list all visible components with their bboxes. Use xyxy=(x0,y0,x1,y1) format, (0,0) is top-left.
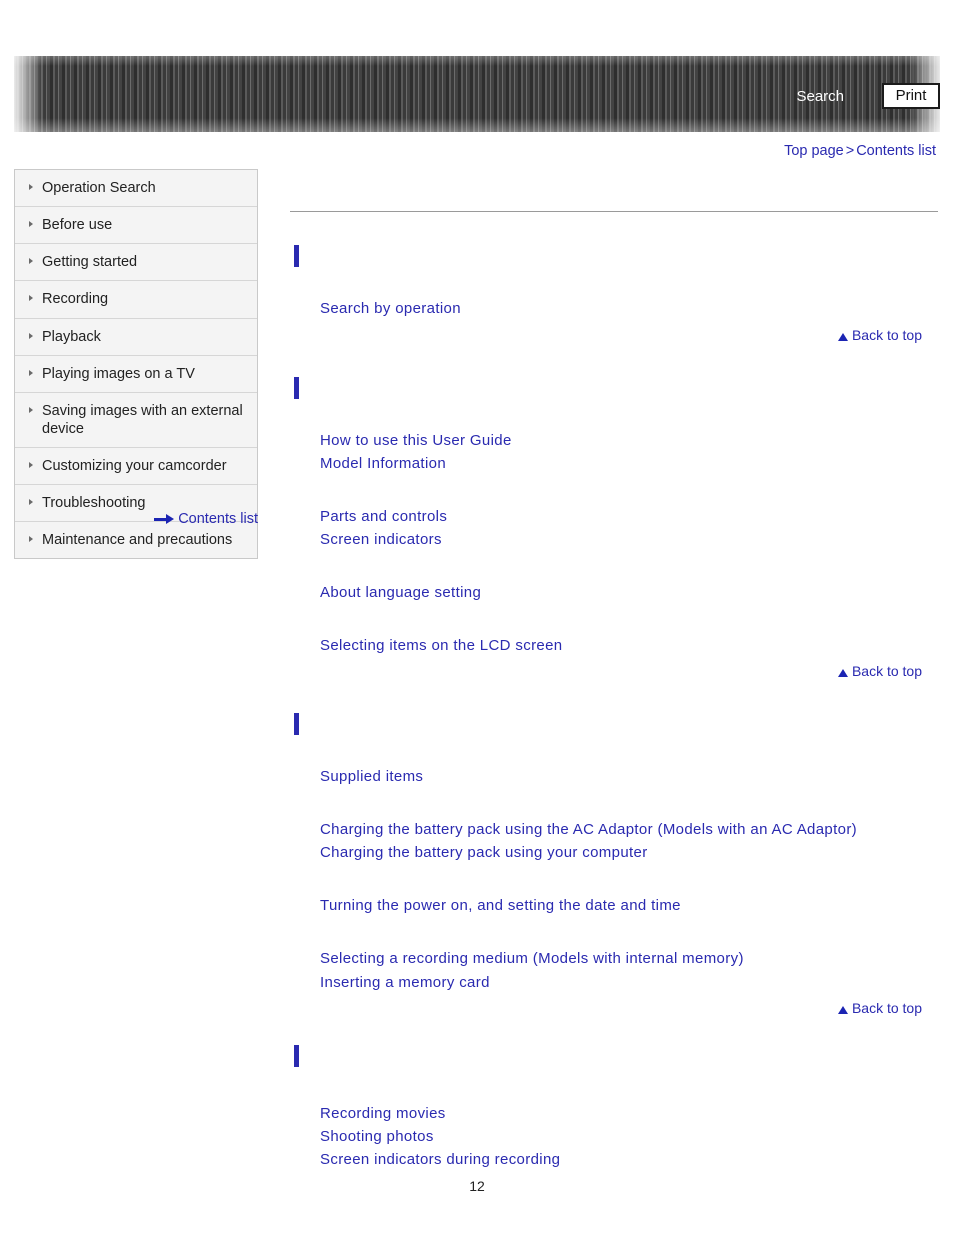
triangle-right-icon xyxy=(29,295,33,302)
breadcrumb: Top page > Contents list xyxy=(784,143,936,159)
sidebar-item-label: Operation Search xyxy=(42,180,156,196)
triangle-up-icon xyxy=(837,669,848,677)
sidebar: Operation Search Before use Getting star… xyxy=(14,169,258,560)
page-number: 12 xyxy=(469,1178,485,1194)
content-link-selecting-recording-medium[interactable]: Selecting a recording medium (Models wit… xyxy=(320,950,744,967)
search-label[interactable]: Search xyxy=(796,88,844,105)
back-to-top-label: Back to top xyxy=(851,327,922,343)
sidebar-item-label: Before use xyxy=(42,217,113,234)
sidebar-item-playback[interactable]: Playback xyxy=(15,319,257,356)
breadcrumb-contents-list[interactable]: Contents list xyxy=(856,143,936,159)
content-link-parts-and-controls[interactable]: Parts and controls xyxy=(320,508,447,525)
sidebar-item-label: Playing images on a TV xyxy=(42,365,195,382)
sidebar-item-saving-images-external-device[interactable]: Saving images with an external device xyxy=(15,393,257,448)
triangle-right-icon xyxy=(29,462,33,468)
sidebar-item-label: Troubleshooting xyxy=(42,495,146,512)
back-to-top-label: Back to top xyxy=(851,1000,922,1016)
breadcrumb-top-page[interactable]: Top page xyxy=(784,143,844,159)
sidebar-item-label: Getting started xyxy=(42,254,138,271)
sidebar-item-label: Saving images with an external device xyxy=(42,402,243,437)
breadcrumb-separator: > xyxy=(845,143,855,159)
content-link-screen-indicators-during-recording[interactable]: Screen indicators during recording xyxy=(320,1151,560,1168)
banner-left-fade xyxy=(14,56,44,132)
sidebar-item-recording[interactable]: Recording xyxy=(15,281,257,319)
sidebar-contents-list-link-row: Contents list xyxy=(14,511,258,527)
content-link-recording-movies[interactable]: Recording movies xyxy=(320,1105,446,1122)
section-marker xyxy=(294,1045,299,1067)
arrow-right-icon xyxy=(154,514,175,525)
print-button[interactable]: Print xyxy=(882,83,940,109)
section-marker xyxy=(294,245,299,267)
content-link-turning-power-on-date-time[interactable]: Turning the power on, and setting the da… xyxy=(320,897,681,914)
content-link-charging-battery-ac-adaptor[interactable]: Charging the battery pack using the AC A… xyxy=(320,821,857,838)
sidebar-item-maintenance-and-precautions[interactable]: Maintenance and precautions xyxy=(15,522,257,558)
triangle-right-icon xyxy=(29,258,33,265)
triangle-up-icon xyxy=(837,333,848,341)
sidebar-item-getting-started[interactable]: Getting started xyxy=(15,244,257,282)
content-link-inserting-a-memory-card[interactable]: Inserting a memory card xyxy=(320,974,490,991)
content-divider xyxy=(290,211,938,212)
back-to-top-label: Back to top xyxy=(851,663,922,679)
content-link-shooting-photos[interactable]: Shooting photos xyxy=(320,1128,434,1145)
triangle-right-icon xyxy=(29,184,33,190)
back-to-top-link[interactable]: Back to top xyxy=(837,663,922,679)
back-to-top-link[interactable]: Back to top xyxy=(837,1000,922,1016)
triangle-right-icon xyxy=(29,406,33,413)
sidebar-item-operation-search[interactable]: Operation Search xyxy=(15,170,257,208)
content-link-selecting-items-on-the-lcd-screen[interactable]: Selecting items on the LCD screen xyxy=(320,637,563,654)
content-link-search-by-operation[interactable]: Search by operation xyxy=(320,300,461,317)
content-link-how-to-use-this-user-guide[interactable]: How to use this User Guide xyxy=(320,432,512,449)
triangle-right-icon xyxy=(29,369,33,376)
content-link-screen-indicators[interactable]: Screen indicators xyxy=(320,531,442,548)
triangle-right-icon xyxy=(29,499,33,506)
section-marker xyxy=(294,713,299,735)
sidebar-contents-list-link[interactable]: Contents list xyxy=(178,511,258,527)
back-to-top-link[interactable]: Back to top xyxy=(837,327,922,343)
sidebar-item-label: Customizing your camcorder xyxy=(42,458,227,474)
section-marker xyxy=(294,377,299,399)
triangle-up-icon xyxy=(837,1006,848,1014)
triangle-right-icon xyxy=(29,332,33,339)
sidebar-item-customizing-your-camcorder[interactable]: Customizing your camcorder xyxy=(15,448,257,486)
triangle-right-icon xyxy=(29,536,33,543)
content-link-charging-battery-computer[interactable]: Charging the battery pack using your com… xyxy=(320,844,648,861)
sidebar-item-label: Playback xyxy=(42,328,101,345)
user-guide-page: Search Print Top page > Contents list Oper… xyxy=(0,0,954,1235)
sidebar-item-label: Recording xyxy=(42,291,109,308)
sidebar-item-before-use[interactable]: Before use xyxy=(15,207,257,245)
content-link-supplied-items[interactable]: Supplied items xyxy=(320,768,423,785)
sidebar-item-playing-images-on-a-tv[interactable]: Playing images on a TV xyxy=(15,356,257,393)
content-link-about-language-setting[interactable]: About language setting xyxy=(320,584,481,601)
content-link-model-information[interactable]: Model Information xyxy=(320,455,446,472)
sidebar-item-label: Maintenance and precautions xyxy=(42,532,233,549)
triangle-right-icon xyxy=(29,221,33,228)
